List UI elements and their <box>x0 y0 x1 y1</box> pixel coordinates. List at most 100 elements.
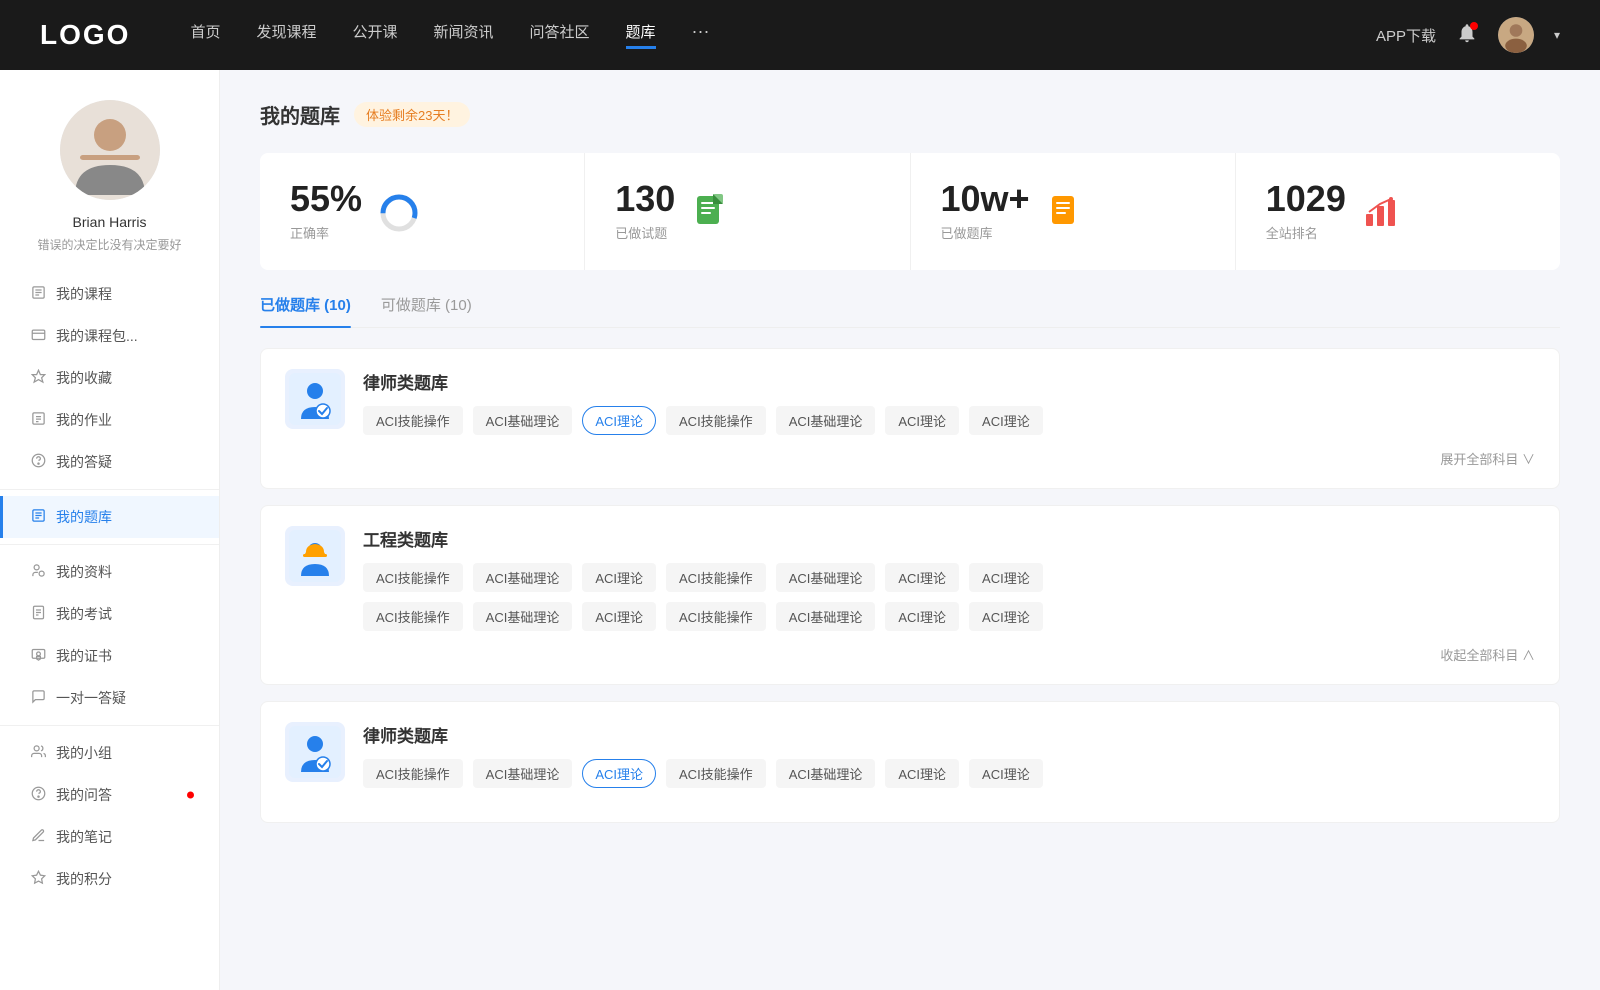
tag[interactable]: ACI基础理论 <box>776 602 876 631</box>
nav-questions[interactable]: 题库 <box>626 21 656 49</box>
exam-icon <box>30 605 46 623</box>
tag[interactable]: ACI理论 <box>885 759 959 788</box>
qb-tags-3: ACI技能操作 ACI基础理论 ACI理论 ACI技能操作 ACI基础理论 AC… <box>363 759 1535 788</box>
qa-icon <box>30 453 46 471</box>
stat-correctness-rate: 55% 正确率 <box>260 153 585 270</box>
sidebar-item-label: 一对一答疑 <box>56 688 126 708</box>
tag[interactable]: ACI技能操作 <box>363 406 463 435</box>
tag[interactable]: ACI理论 <box>969 759 1043 788</box>
tag[interactable]: ACI理论 <box>969 406 1043 435</box>
notification-bell[interactable] <box>1456 22 1478 49</box>
tag-active[interactable]: ACI理论 <box>582 759 656 788</box>
tag[interactable]: ACI理论 <box>885 406 959 435</box>
1on1-icon <box>30 689 46 707</box>
homework-icon <box>30 411 46 429</box>
tag[interactable]: ACI理论 <box>582 602 656 631</box>
tag[interactable]: ACI理论 <box>969 563 1043 592</box>
sidebar-item-1on1[interactable]: 一对一答疑 <box>0 677 219 719</box>
sidebar-menu: 我的课程 我的课程包... 我的收藏 我的作业 <box>0 273 219 900</box>
sidebar-item-my-qa[interactable]: 我的问答 <box>0 774 219 816</box>
my-qa-icon <box>30 786 46 804</box>
sidebar-item-label: 我的证书 <box>56 646 112 666</box>
sidebar-item-label: 我的笔记 <box>56 827 112 847</box>
tag[interactable]: ACI基础理论 <box>473 602 573 631</box>
tag[interactable]: ACI基础理论 <box>776 563 876 592</box>
engineer-icon <box>285 526 345 586</box>
tag[interactable]: ACI技能操作 <box>666 759 766 788</box>
nav-open-course[interactable]: 公开课 <box>352 21 397 49</box>
sidebar-item-course[interactable]: 我的课程 <box>0 273 219 315</box>
tag[interactable]: ACI技能操作 <box>666 563 766 592</box>
tabs-row: 已做题库 (10) 可做题库 (10) <box>260 294 1560 328</box>
sidebar-item-certificate[interactable]: 我的证书 <box>0 635 219 677</box>
sidebar-item-label: 我的问答 <box>56 785 112 805</box>
tag[interactable]: ACI基础理论 <box>776 406 876 435</box>
tag[interactable]: ACI技能操作 <box>363 602 463 631</box>
group-icon <box>30 744 46 762</box>
tag[interactable]: ACI基础理论 <box>473 563 573 592</box>
doc-green-icon <box>691 192 731 232</box>
collapse-button[interactable]: 收起全部科目 ∧ <box>285 645 1535 664</box>
sidebar-item-label: 我的收藏 <box>56 368 112 388</box>
sidebar-item-question-bank[interactable]: 我的题库 <box>0 496 219 538</box>
tag[interactable]: ACI理论 <box>885 602 959 631</box>
sidebar-item-exam[interactable]: 我的考试 <box>0 593 219 635</box>
qa-notification-dot <box>187 792 194 799</box>
stat-done-questions: 130 已做试题 <box>585 153 910 270</box>
nav-home[interactable]: 首页 <box>190 21 220 49</box>
expand-button-1[interactable]: 展开全部科目 ∨ <box>285 449 1535 468</box>
sidebar-item-label: 我的题库 <box>56 507 112 527</box>
sidebar-item-homework[interactable]: 我的作业 <box>0 399 219 441</box>
pie-chart-icon <box>378 192 418 232</box>
stat-global-rank: 1029 全站排名 <box>1236 153 1560 270</box>
sidebar-item-qa[interactable]: 我的答疑 <box>0 441 219 483</box>
tab-available-banks[interactable]: 可做题库 (10) <box>381 294 472 327</box>
avatar-silhouette <box>60 100 160 200</box>
stat-label: 已做题库 <box>941 223 1030 242</box>
sidebar-item-points[interactable]: 我的积分 <box>0 858 219 900</box>
sidebar-item-label: 我的答疑 <box>56 452 112 472</box>
sidebar-item-label: 我的资料 <box>56 562 112 582</box>
sidebar-item-favorites[interactable]: 我的收藏 <box>0 357 219 399</box>
lawyer-icon-2 <box>285 722 345 782</box>
qb-tags-2-row2: ACI技能操作 ACI基础理论 ACI理论 ACI技能操作 ACI基础理论 AC… <box>363 602 1535 631</box>
tag[interactable]: ACI理论 <box>969 602 1043 631</box>
tag[interactable]: ACI技能操作 <box>666 406 766 435</box>
tag[interactable]: ACI技能操作 <box>666 602 766 631</box>
doc-orange-icon <box>1046 192 1086 232</box>
qb-title-3: 律师类题库 <box>363 722 1535 747</box>
favorites-icon <box>30 369 46 387</box>
sidebar: Brian Harris 错误的决定比没有决定要好 我的课程 我的课程包... … <box>0 70 220 990</box>
app-download-button[interactable]: APP下载 <box>1376 25 1436 46</box>
course-pkg-icon <box>30 327 46 345</box>
stat-value: 1029 <box>1266 181 1346 217</box>
nav-news[interactable]: 新闻资讯 <box>434 21 494 49</box>
tag[interactable]: ACI理论 <box>582 563 656 592</box>
sidebar-item-materials[interactable]: 我的资料 <box>0 551 219 593</box>
nav-qa[interactable]: 问答社区 <box>530 21 590 49</box>
nav-more[interactable]: ··· <box>692 21 710 49</box>
user-dropdown-arrow[interactable]: ▾ <box>1554 28 1560 42</box>
tag[interactable]: ACI技能操作 <box>363 759 463 788</box>
stat-value: 55% <box>290 181 362 217</box>
tag[interactable]: ACI基础理论 <box>473 759 573 788</box>
tab-done-banks[interactable]: 已做题库 (10) <box>260 294 351 327</box>
tag[interactable]: ACI基础理论 <box>776 759 876 788</box>
sidebar-item-notes[interactable]: 我的笔记 <box>0 816 219 858</box>
stat-label: 全站排名 <box>1266 223 1346 242</box>
qb-card-lawyer-1: 律师类题库 ACI技能操作 ACI基础理论 ACI理论 ACI技能操作 ACI基… <box>260 348 1560 489</box>
tag[interactable]: ACI理论 <box>885 563 959 592</box>
sidebar-item-group[interactable]: 我的小组 <box>0 732 219 774</box>
tag[interactable]: ACI技能操作 <box>363 563 463 592</box>
main-wrapper: Brian Harris 错误的决定比没有决定要好 我的课程 我的课程包... … <box>0 0 1600 990</box>
qb-card-lawyer-2: 律师类题库 ACI技能操作 ACI基础理论 ACI理论 ACI技能操作 ACI基… <box>260 701 1560 823</box>
tag[interactable]: ACI基础理论 <box>473 406 573 435</box>
sidebar-item-course-pkg[interactable]: 我的课程包... <box>0 315 219 357</box>
stat-done-banks: 10w+ 已做题库 <box>911 153 1236 270</box>
tag-active[interactable]: ACI理论 <box>582 406 656 435</box>
sidebar-avatar <box>60 100 160 200</box>
avatar-image <box>1498 17 1534 53</box>
qb-title-2: 工程类题库 <box>363 526 1535 551</box>
user-avatar[interactable] <box>1498 17 1534 53</box>
nav-discover[interactable]: 发现课程 <box>256 21 316 49</box>
